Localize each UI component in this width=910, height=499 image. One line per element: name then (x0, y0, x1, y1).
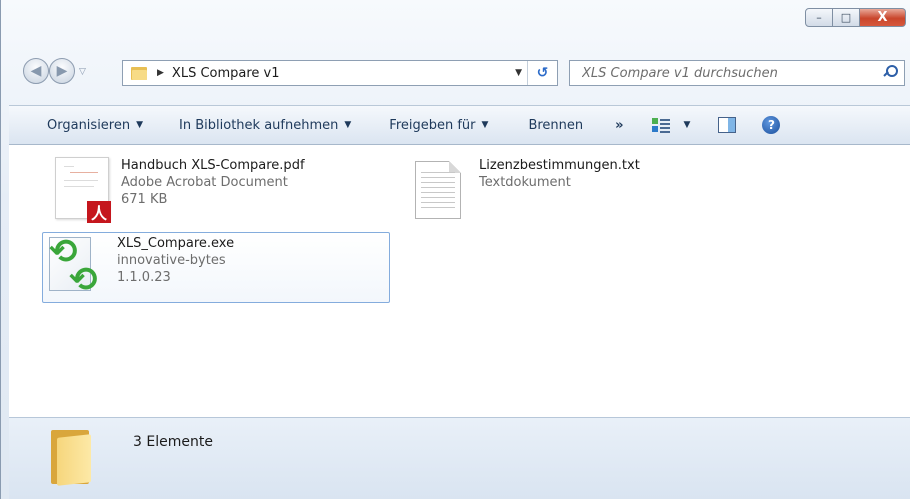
folder-icon (131, 66, 147, 80)
caption-buttons: – □ X (805, 8, 906, 27)
file-size: 671 KB (121, 192, 168, 207)
forward-arrow-icon: ▶ (56, 63, 68, 79)
breadcrumb-current[interactable]: XLS Compare v1 (172, 66, 280, 81)
explorer-window: – □ X ◀ ▶ ▽ ▶ XLS Compare v1 ▼ ↺ Organis… (0, 0, 910, 499)
include-in-library-label: In Bibliothek aufnehmen (179, 117, 339, 133)
recent-pages-dropdown[interactable]: ▽ (79, 67, 86, 77)
back-button[interactable]: ◀ (23, 58, 49, 84)
refresh-icon: ↺ (536, 65, 549, 81)
burn-label: Brennen (528, 117, 584, 133)
folder-icon (47, 428, 93, 486)
close-button[interactable]: X (860, 8, 906, 27)
file-name: Lizenzbestimmungen.txt (479, 158, 640, 173)
change-view-button[interactable]: ▼ (651, 118, 691, 133)
file-item-txt[interactable]: Lizenzbestimmungen.txt Textdokument (409, 155, 749, 225)
address-bar[interactable]: ▶ XLS Compare v1 ▼ ↺ (122, 60, 558, 86)
back-arrow-icon: ◀ (30, 63, 42, 79)
file-company: innovative-bytes (117, 253, 226, 268)
more-commands-button[interactable]: » (615, 118, 623, 133)
help-button[interactable]: ? (762, 116, 781, 134)
chevron-down-icon: ▼ (481, 120, 489, 130)
file-type: Adobe Acrobat Document (121, 175, 288, 190)
refresh-button[interactable]: ↺ (527, 61, 557, 85)
file-type: Textdokument (479, 175, 571, 190)
details-pane: 3 Elemente (9, 417, 910, 499)
command-bar: Organisieren ▼ In Bibliothek aufnehmen ▼… (9, 105, 910, 145)
address-dropdown-icon[interactable]: ▼ (515, 68, 522, 78)
search-box[interactable] (569, 60, 905, 86)
preview-pane-button[interactable] (718, 117, 737, 133)
file-version: 1.1.0.23 (117, 270, 171, 285)
forward-button[interactable]: ▶ (49, 58, 75, 84)
views-icon (651, 118, 670, 133)
help-icon: ? (762, 116, 781, 134)
search-input[interactable] (580, 64, 864, 82)
file-list: 人 Handbuch XLS-Compare.pdf Adobe Acrobat… (9, 145, 910, 417)
share-with-label: Freigeben für (389, 117, 476, 133)
search-icon[interactable] (883, 65, 898, 77)
organize-label: Organisieren (47, 117, 131, 133)
preview-pane-icon (718, 117, 737, 133)
file-item-pdf[interactable]: 人 Handbuch XLS-Compare.pdf Adobe Acrobat… (47, 155, 387, 225)
minimize-button[interactable]: – (805, 8, 833, 27)
maximize-button[interactable]: □ (833, 8, 860, 27)
exe-icon: ⟲ ⟲ (49, 232, 98, 300)
burn-button[interactable]: Brennen (528, 118, 583, 133)
organize-menu[interactable]: Organisieren ▼ (47, 118, 143, 133)
file-name: Handbuch XLS-Compare.pdf (121, 158, 305, 173)
pdf-icon: 人 (47, 155, 113, 225)
more-chevron-icon: » (615, 117, 624, 133)
item-count: 3 Elemente (133, 434, 213, 450)
chevron-down-icon: ▼ (136, 120, 144, 130)
chevron-down-icon: ▼ (344, 120, 352, 130)
file-name: XLS_Compare.exe (117, 236, 235, 251)
share-with-menu[interactable]: Freigeben für ▼ (389, 118, 488, 133)
breadcrumb-chevron-icon[interactable]: ▶ (157, 68, 164, 78)
acrobat-badge-icon: 人 (87, 201, 111, 223)
file-item-exe[interactable]: ⟲ ⟲ XLS_Compare.exe innovative-bytes 1.1… (42, 232, 390, 303)
include-in-library-menu[interactable]: In Bibliothek aufnehmen ▼ (179, 118, 351, 133)
text-file-icon (409, 155, 471, 225)
chevron-down-icon[interactable]: ▼ (684, 120, 691, 130)
